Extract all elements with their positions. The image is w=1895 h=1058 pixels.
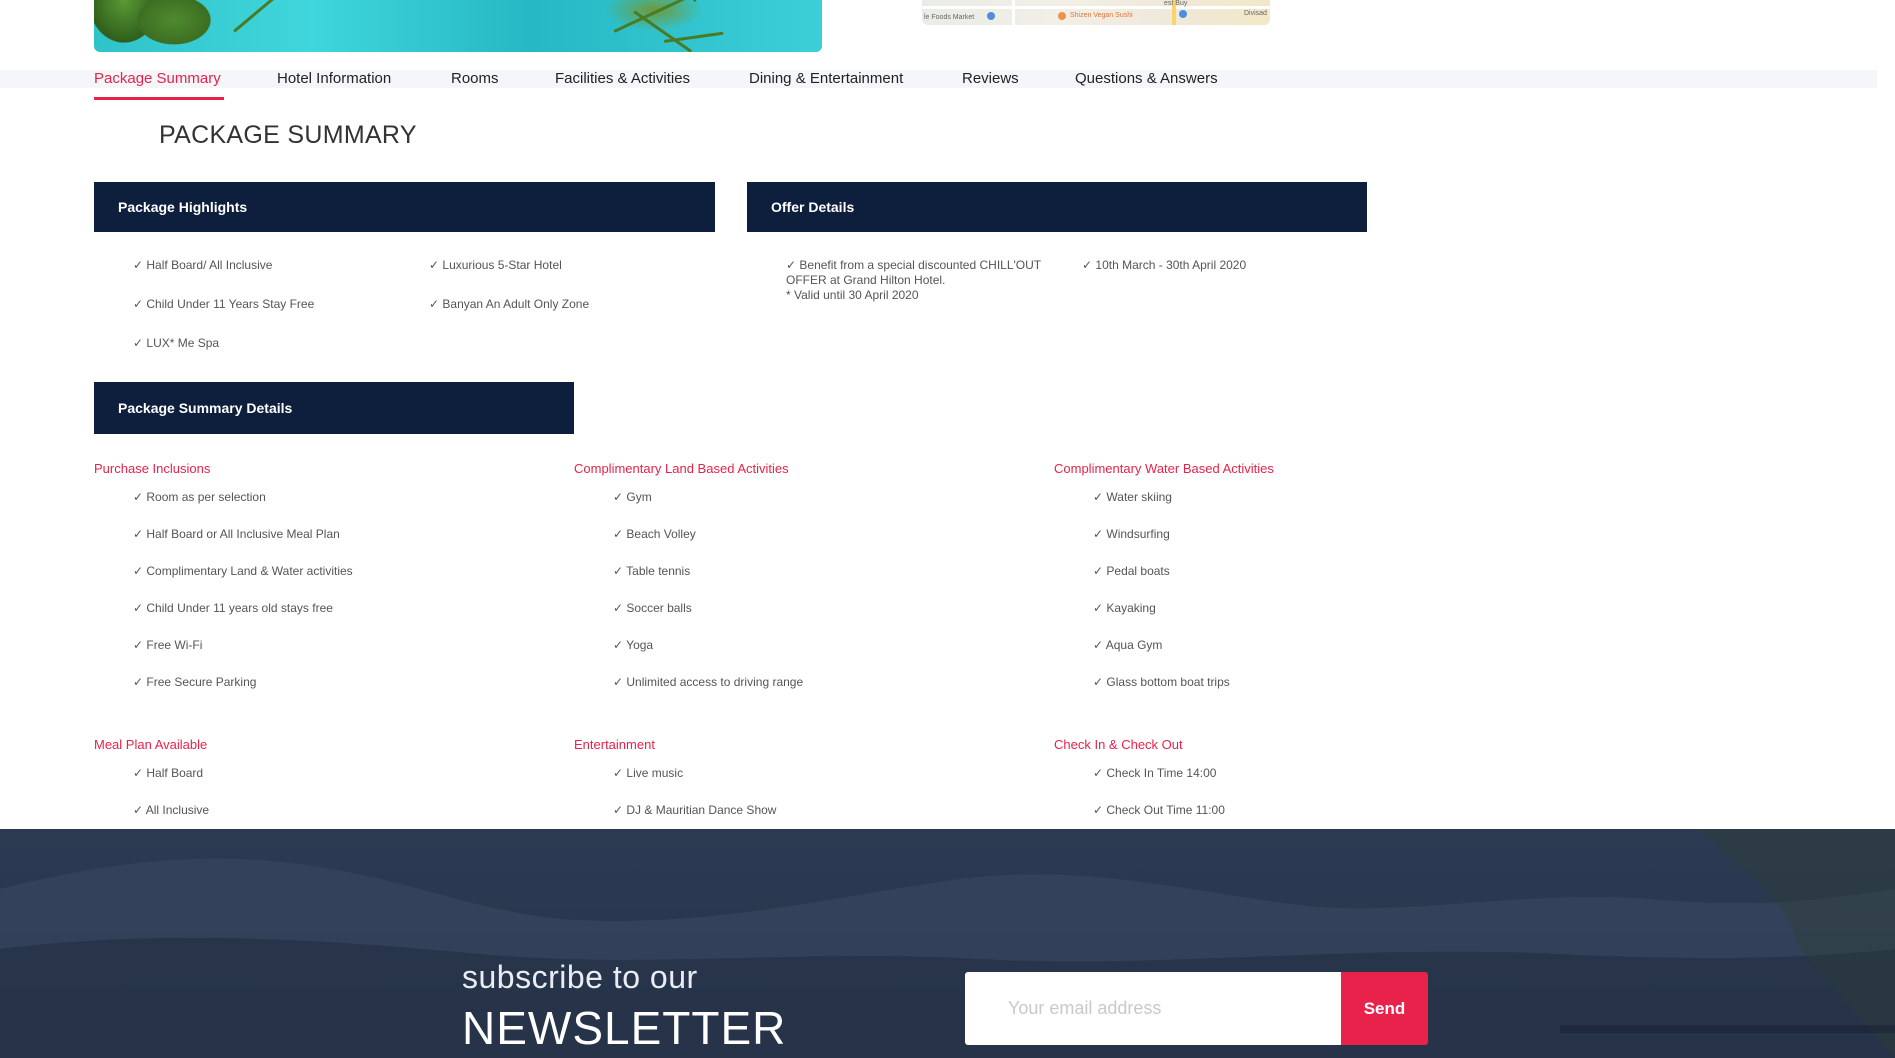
category-title: Purchase Inclusions	[94, 461, 211, 476]
category-title: Meal Plan Available	[94, 737, 208, 752]
active-tab-indicator	[94, 97, 224, 100]
water-activity-item: ✓ Aqua Gym	[1093, 638, 1163, 652]
offer-description: ✓ Benefit from a special discounted CHIL…	[786, 258, 1041, 287]
entertainment-item: ✓ Live music	[613, 766, 684, 780]
package-summary-details-header: Package Summary Details	[94, 382, 574, 434]
inclusion-item: ✓ Room as per selection	[133, 490, 266, 504]
map-label: Shizen Vegan Sushi	[1070, 12, 1133, 19]
entertainment-item: ✓ DJ & Mauritian Dance Show	[613, 803, 777, 817]
package-highlights-header: Package Highlights	[94, 182, 715, 232]
page: le Foods Market Shizen Vegan Sushi est B…	[0, 0, 1895, 1058]
category-title: Complimentary Land Based Activities	[574, 461, 789, 476]
tab-reviews[interactable]: Reviews	[962, 70, 1019, 88]
newsletter-section: subscribe to our NEWSLETTER Send	[0, 829, 1895, 1058]
land-activity-item: ✓ Beach Volley	[613, 527, 696, 541]
land-activity-item: ✓ Soccer balls	[613, 601, 692, 615]
inclusion-item: ✓ Complimentary Land & Water activities	[133, 564, 353, 578]
inclusion-item: ✓ Free Wi-Fi	[133, 638, 203, 652]
map-label: le Foods Market	[924, 14, 975, 21]
inclusion-item: ✓ Free Secure Parking	[133, 675, 257, 689]
tab-dining-entertainment[interactable]: Dining & Entertainment	[749, 70, 903, 88]
tab-rooms[interactable]: Rooms	[451, 70, 499, 88]
water-activity-item: ✓ Water skiing	[1093, 490, 1172, 504]
land-activity-item: ✓ Unlimited access to driving range	[613, 675, 804, 689]
mountain-background	[0, 829, 1895, 1058]
send-button[interactable]: Send	[1341, 972, 1428, 1045]
meal-plan-item: ✓ All Inclusive	[133, 803, 210, 817]
land-activity-item: ✓ Gym	[613, 490, 652, 504]
checkin-item: ✓ Check Out Time 11:00	[1093, 803, 1225, 817]
inclusion-item: ✓ Child Under 11 years old stays free	[133, 601, 333, 615]
land-activity-item: ✓ Yoga	[613, 638, 654, 652]
meal-plan-item: ✓ Half Board	[133, 766, 204, 780]
highlight-item: ✓ Luxurious 5-Star Hotel	[429, 258, 562, 272]
tab-facilities-activities[interactable]: Facilities & Activities	[555, 70, 690, 88]
category-title: Complimentary Water Based Activities	[1054, 461, 1274, 476]
tab-package-summary[interactable]: Package Summary	[94, 70, 221, 88]
water-activity-item: ✓ Glass bottom boat trips	[1093, 675, 1230, 689]
checkin-item: ✓ Check In Time 14:00	[1093, 766, 1217, 780]
tab-hotel-information[interactable]: Hotel Information	[277, 70, 391, 88]
newsletter-subtitle: subscribe to our	[462, 959, 698, 995]
map-label: est Buy	[1164, 0, 1188, 7]
offer-details-header: Offer Details	[747, 182, 1367, 232]
tab-questions-answers[interactable]: Questions & Answers	[1075, 70, 1218, 88]
offer-dates: ✓ 10th March - 30th April 2020	[1082, 258, 1247, 272]
highlight-item: ✓ Child Under 11 Years Stay Free	[133, 297, 315, 311]
land-activity-item: ✓ Table tennis	[613, 564, 691, 578]
category-title: Check In & Check Out	[1054, 737, 1183, 752]
newsletter-title: NEWSLETTER	[462, 1002, 787, 1054]
category-title: Entertainment	[574, 737, 655, 752]
water-activity-item: ✓ Windsurfing	[1093, 527, 1170, 541]
highlight-item: ✓ LUX* Me Spa	[133, 336, 220, 350]
map-label: Divisad	[1244, 10, 1267, 17]
inclusion-item: ✓ Half Board or All Inclusive Meal Plan	[133, 527, 340, 541]
location-map[interactable]: le Foods Market Shizen Vegan Sushi est B…	[922, 0, 1270, 25]
page-title: PACKAGE SUMMARY	[159, 121, 417, 149]
highlight-item: ✓ Banyan An Adult Only Zone	[429, 297, 590, 311]
water-activity-item: ✓ Pedal boats	[1093, 564, 1170, 578]
water-activity-item: ✓ Kayaking	[1093, 601, 1156, 615]
email-input[interactable]	[965, 972, 1341, 1045]
offer-validity: * Valid until 30 April 2020	[786, 288, 919, 302]
hotel-photo	[94, 0, 822, 52]
highlight-item: ✓ Half Board/ All Inclusive	[133, 258, 273, 272]
